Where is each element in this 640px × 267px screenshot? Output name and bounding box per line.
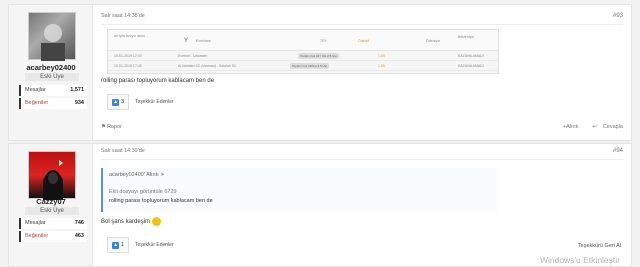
avatar-photo	[43, 160, 63, 200]
message-text: Bol şans kardeşim	[101, 219, 151, 226]
user-avatar[interactable]	[28, 12, 76, 61]
stat-value: 934	[74, 100, 84, 106]
stat-likes: Beğeniler 463	[19, 231, 87, 242]
thumbs-up-icon: ▲	[112, 241, 120, 249]
row-status: Toplam Gol Alt/Üst 3.5 Üst	[290, 63, 330, 69]
avatar-photo	[41, 24, 65, 61]
screenshot-row: 10-01-2019 17:45 Al-Nahdah SC (Umman) - …	[108, 62, 498, 71]
screenshot-col: Formlane	[196, 39, 211, 43]
post-content: Salı saat 14:39'de #94 acarbey02400' Alı…	[101, 144, 631, 266]
post-94: Cazzy07 Eski Üye Mesajlar 746 Beğeniler …	[8, 143, 632, 267]
row-date: 10-01-2019 17:00	[114, 54, 142, 58]
reply-actions: +Alıntı ↩ Cevapla	[557, 124, 623, 130]
report-button[interactable]: ⚑Rapor	[101, 124, 122, 130]
screenshot-col: Ödeniyor	[426, 39, 441, 43]
row-date: 10-01-2019 17:45	[114, 64, 142, 68]
post-message: Bol şans kardeşim	[101, 217, 162, 226]
row-teams: Al-Nahdah SC (Umman) - Salalah SC	[178, 64, 237, 68]
user-info-column: Cazzy07 Eski Üye Mesajlar 746 Beğeniler …	[9, 144, 93, 266]
flag-icon: ⚑	[101, 124, 106, 130]
screenshot-col: ak iyim lanıyor anun...	[114, 34, 149, 38]
stat-label: Beğeniler	[25, 233, 49, 239]
username[interactable]: Cazzy07	[9, 197, 93, 206]
likes-bar: ▲ 3 Teşekkür Edenler	[107, 93, 174, 111]
quote-attachment-link[interactable]: Ekli dosyayı görüntüle 6729	[109, 189, 177, 195]
windows-activation-watermark: Windows'u Etkinleştir	[539, 255, 620, 265]
stat-likes: Beğeniler 934	[19, 98, 87, 109]
arrow-up-icon[interactable]: ➤	[160, 172, 165, 178]
user-title: Eski Üye	[25, 207, 79, 215]
likes-bar: ▲ 1 Teşekkür Edenler	[107, 236, 174, 254]
undo-thanks-button[interactable]: Teşekkürü Geri Al	[578, 243, 621, 249]
screenshot-col: TRY	[320, 39, 327, 43]
username[interactable]: acarbey02400	[9, 63, 93, 72]
post-actions: ⚑Rapor +Alıntı ↩ Cevapla	[101, 124, 623, 134]
quote-header[interactable]: acarbey02400' Alıntı ➤	[109, 172, 165, 178]
divider	[101, 159, 623, 160]
stat-messages: Mesajlar 1,571	[19, 85, 87, 96]
user-title: Eski Üye	[25, 73, 79, 81]
post-number[interactable]: #93	[613, 13, 623, 19]
user-avatar[interactable]	[28, 151, 76, 200]
smiley-icon	[152, 217, 162, 226]
row-status: Toplam Gol Alt / Üst 2.5 Üst	[298, 53, 339, 59]
stat-value: 746	[74, 220, 84, 226]
screenshot-col: Ödendi	[358, 39, 370, 43]
post-message: rolling parası topluyorum kablacam ben d…	[101, 78, 215, 84]
like-count: 1	[121, 242, 124, 248]
quote-block: acarbey02400' Alıntı ➤ Ekli dosyayı görü…	[101, 168, 497, 212]
divider	[101, 24, 623, 25]
post-content: Salı saat 14:38'de #93 ak iyim lanıyor a…	[101, 5, 631, 140]
quote-author: acarbey02400' Alıntı	[109, 172, 159, 178]
like-count: 3	[121, 99, 124, 105]
screenshot-header: ak iyim lanıyor anun... Y Formlane TRY Ö…	[108, 30, 498, 51]
thumbs-up-icon: ▲	[112, 98, 120, 106]
y-icon: Y	[184, 38, 189, 44]
stat-label: Mesajlar	[25, 220, 46, 226]
reply-icon: ↩	[592, 124, 597, 130]
row-odd: 1.85	[378, 64, 385, 68]
reply-label: Cevapla	[602, 124, 623, 130]
post-number[interactable]: #94	[613, 148, 623, 154]
stat-label: Mesajlar	[25, 87, 46, 93]
post-date[interactable]: Salı saat 14:39'de	[101, 148, 145, 154]
reply-button[interactable]: ↩ Cevapla	[586, 124, 623, 130]
row-teams: Everton - Leicester	[178, 54, 208, 58]
row-result: KAZANILAMADI	[458, 64, 484, 68]
stat-value: 463	[74, 233, 84, 239]
stat-messages: Mesajlar 746	[19, 218, 87, 229]
screenshot-row: 10-01-2019 17:00 Everton - Leicester Top…	[108, 52, 498, 61]
screenshot-col: Bekleniyor	[458, 35, 475, 39]
stat-label: Beğeniler	[25, 100, 49, 106]
report-label: Rapor	[106, 124, 122, 130]
quote-text: rolling parası topluyorum kablacam ben d…	[109, 198, 213, 204]
like-counter[interactable]: ▲ 3	[107, 94, 129, 110]
like-counter[interactable]: ▲ 1	[107, 237, 129, 253]
post-date[interactable]: Salı saat 14:38'de	[101, 13, 145, 19]
user-info-column: acarbey02400 Eski Üye Mesajlar 1,571 Beğ…	[9, 5, 93, 140]
quote-button[interactable]: +Alıntı	[563, 124, 579, 130]
attached-screenshot[interactable]: ak iyim lanıyor anun... Y Formlane TRY Ö…	[107, 29, 499, 74]
likers-link[interactable]: Teşekkür Edenler	[135, 242, 174, 248]
post-93: acarbey02400 Eski Üye Mesajlar 1,571 Beğ…	[8, 4, 632, 141]
likers-link[interactable]: Teşekkür Edenler	[135, 99, 174, 105]
stat-value: 1,571	[70, 87, 84, 93]
row-result: KAZANILAMADI	[458, 54, 484, 58]
row-odd: 1.89	[378, 54, 385, 58]
